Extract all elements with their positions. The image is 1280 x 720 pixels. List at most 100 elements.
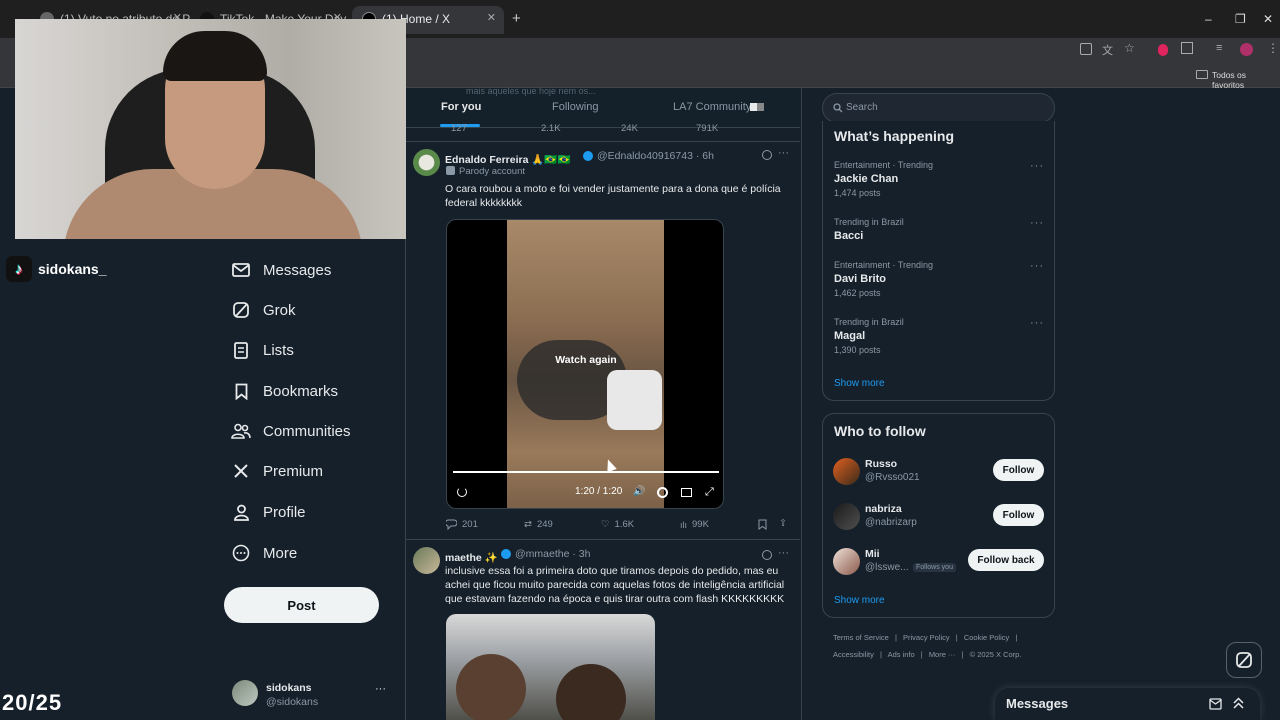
footer-separator: | [894,633,897,642]
nav-item-premium[interactable]: Premium [230,455,323,487]
follow-suggestion[interactable]: Mii @lsswe... Follows you Follow back [833,546,1045,578]
search-input[interactable]: Search [822,93,1055,123]
repost-button[interactable]: ⇄ 249 [524,519,553,530]
watch-again-button[interactable]: Watch again [447,354,723,366]
tweet-text: O cara roubou a moto e foi vender justam… [445,183,781,209]
footer-link[interactable]: Terms of Service [833,633,889,642]
nav-item-profile[interactable]: Profile [230,496,306,528]
media-control-icon[interactable]: ≡ [1216,42,1222,54]
fullscreen-icon[interactable]: ⤢ [705,486,714,499]
more-dots-icon[interactable]: ··· [1030,160,1044,172]
like-button[interactable]: ♡ 1.6K [601,519,634,530]
tweet-handle[interactable]: @mmaethe · 3h [515,548,590,560]
tab-community[interactable]: LA7 Community [673,101,751,113]
avatar[interactable] [833,458,860,485]
account-switcher[interactable]: sidokans @sidokans ··· [230,678,400,718]
install-icon[interactable] [1080,43,1092,55]
nav-item-bookmarks[interactable]: Bookmarks [230,375,338,407]
share-icon[interactable]: ⇪ [779,518,787,529]
footer-link[interactable]: Accessibility [833,650,874,659]
footer-link[interactable]: Ads info [888,650,915,659]
nav-item-lists[interactable]: Lists [230,334,294,366]
footer-separator: | [961,650,964,659]
volume-icon[interactable]: 🔊 [633,486,645,497]
translate-icon[interactable]: 文 [1102,42,1113,58]
footer-link[interactable]: Cookie Policy [964,633,1009,642]
new-tab-icon[interactable]: + [512,10,521,27]
restore-icon[interactable]: ❐ [1235,12,1246,26]
replay-icon[interactable] [457,487,467,497]
tiktok-logo-icon: ♪ [6,256,32,282]
repost-count[interactable]: 2.1K [536,123,561,134]
tweet-handle[interactable]: @Ednaldo40916743 · 6h [597,150,714,162]
trend-item[interactable]: Entertainment · Trending Davi Brito 1,46… [834,260,1044,310]
more-dots-icon[interactable]: ··· [778,147,789,159]
section-title: Who to follow [834,423,926,439]
trend-item[interactable]: Entertainment · Trending Jackie Chan 1,4… [834,160,1044,210]
menu-kebab-icon[interactable]: ⋮ [1267,41,1279,55]
grok-button[interactable] [1226,642,1262,678]
nav-item-more[interactable]: More [230,537,297,569]
nav-item-grok[interactable]: Grok [230,294,296,326]
grok-analyze-icon[interactable] [762,550,772,560]
avatar[interactable] [413,149,440,176]
follow-back-button[interactable]: Follow back [968,549,1044,571]
more-dots-icon[interactable]: ··· [375,683,386,695]
tweet-image[interactable] [446,614,655,720]
photo-person [456,654,526,720]
close-icon[interactable]: ✕ [487,11,496,24]
tweet[interactable]: maethe ✨ @mmaethe · 3h ··· inclusive ess… [406,540,800,720]
reply-button[interactable]: 201 [446,519,478,530]
trend-item[interactable]: Trending in Brazil Magal 1,390 posts ··· [834,317,1044,367]
more-dots-icon[interactable]: ··· [1030,317,1044,329]
settings-gear-icon[interactable] [657,487,668,498]
view-count[interactable]: 791K [691,123,718,134]
avatar[interactable] [833,503,860,530]
tweet-author-name[interactable]: Ednaldo Ferreira 🙏🇧🇷🇧🇷 [445,154,571,166]
mail-icon [230,259,252,281]
grok-analyze-icon[interactable] [762,150,772,160]
follow-suggestion[interactable]: Russo @Rvsso021 Follow [833,456,1045,488]
footer-link[interactable]: More ··· [929,650,956,659]
avatar[interactable] [833,548,860,575]
more-dots-icon[interactable]: ··· [1030,260,1044,272]
profile-avatar-icon[interactable] [1240,43,1253,56]
bookmarks-folder[interactable]: Todos os favoritos [1212,70,1280,90]
star-icon[interactable]: ☆ [1124,41,1135,55]
grok-icon [230,299,252,321]
post-button[interactable]: Post [224,587,379,623]
follow-button[interactable]: Follow [993,459,1044,481]
tweet[interactable]: Ednaldo Ferreira 🙏🇧🇷🇧🇷 @Ednaldo40916743 … [406,142,800,540]
follow-suggestion[interactable]: nabriza @nabrizarp Follow [833,501,1045,533]
minimize-icon[interactable]: – [1205,12,1212,26]
extension-icon[interactable] [1158,44,1168,56]
follow-button[interactable]: Follow [993,504,1044,526]
footer-links: Terms of Service | Privacy Policy | Cook… [833,633,1021,642]
views-button[interactable]: ılı 99K [680,519,709,530]
extensions-puzzle-icon[interactable] [1181,42,1193,54]
like-count[interactable]: 24K [616,123,638,134]
trend-item[interactable]: Trending in Brazil Bacci ··· [834,217,1044,251]
avatar[interactable] [413,547,440,574]
chevron-up-icon[interactable] [1233,697,1244,709]
video-progress-bar[interactable] [453,471,719,473]
reply-count[interactable]: 127 [446,123,467,134]
more-dots-icon[interactable]: ··· [1030,217,1044,229]
show-more-link[interactable]: Show more [834,595,885,606]
nav-item-messages[interactable]: Messages [230,254,331,286]
tweet-author-name[interactable]: maethe ✨ [445,552,498,564]
bookmark-icon[interactable] [758,519,767,530]
video-player[interactable]: Watch again 1:20 / 1:20 🔊 ⤢ [446,219,724,509]
more-dots-icon[interactable]: ··· [778,547,789,559]
nav-label: Grok [263,301,296,319]
new-message-icon[interactable] [1209,698,1222,710]
window-close-icon[interactable]: ✕ [1263,12,1273,26]
show-more-link[interactable]: Show more [834,378,885,389]
nav-item-communities[interactable]: Communities [230,415,351,447]
picture-in-picture-icon[interactable] [681,488,692,497]
nav-label: Premium [263,462,324,480]
tab-following[interactable]: Following [552,101,598,113]
tab-for-you[interactable]: For you [441,101,481,113]
footer-link[interactable]: Privacy Policy [903,633,950,642]
messages-drawer[interactable]: Messages [995,688,1260,720]
